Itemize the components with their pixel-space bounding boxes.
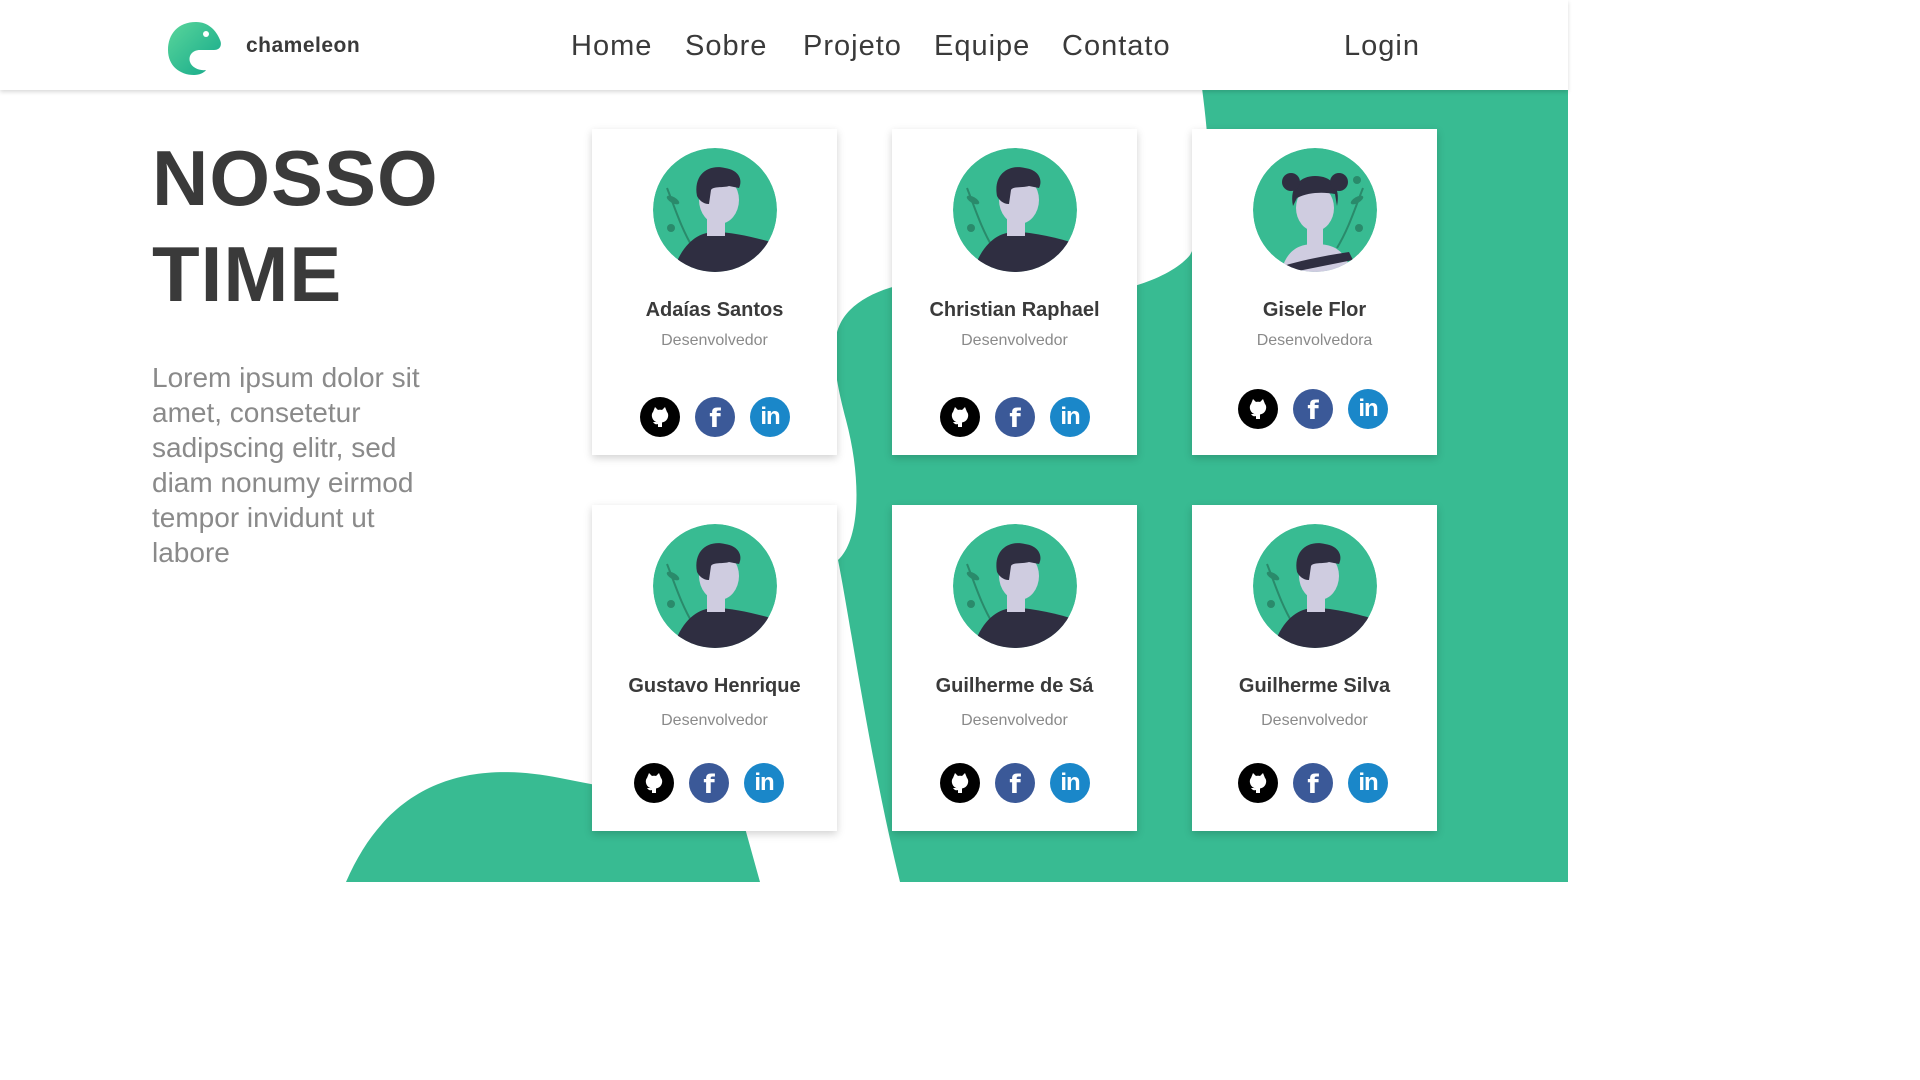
linkedin-icon[interactable]: in xyxy=(750,397,790,437)
facebook-icon[interactable]: f xyxy=(995,763,1035,803)
member-role: Desenvolvedor xyxy=(661,712,768,729)
member-role: Desenvolvedor xyxy=(961,332,1068,349)
github-icon[interactable] xyxy=(640,397,680,437)
github-icon[interactable] xyxy=(1238,763,1278,803)
facebook-icon[interactable]: f xyxy=(1293,389,1333,429)
team-card: Guilherme de Sá Desenvolvedor f in xyxy=(892,505,1137,831)
nav-contato[interactable]: Contato xyxy=(1062,30,1171,63)
github-icon[interactable] xyxy=(940,763,980,803)
linkedin-icon[interactable]: in xyxy=(1348,763,1388,803)
team-card: Christian Raphael Desenvolvedor f in xyxy=(892,129,1137,455)
social-links: f in xyxy=(892,763,1137,803)
title-line-1: NOSSO xyxy=(152,134,439,222)
team-card: Adaías Santos Desenvolvedor f in xyxy=(592,129,837,455)
page-title: NOSSO TIME xyxy=(152,130,532,322)
member-role: Desenvolvedor xyxy=(661,332,768,349)
avatar-male-icon xyxy=(653,524,777,648)
title-line-2: TIME xyxy=(152,230,343,318)
member-name: Christian Raphael xyxy=(929,299,1100,321)
member-name: Guilherme de Sá xyxy=(935,675,1094,697)
avatar-female-icon xyxy=(1253,148,1377,272)
nav-equipe[interactable]: Equipe xyxy=(934,30,1030,63)
avatar-male-icon xyxy=(953,148,1077,272)
linkedin-icon[interactable]: in xyxy=(744,763,784,803)
nav-projeto[interactable]: Projeto xyxy=(803,30,902,63)
team-card: Gisele Flor Desenvolvedora f in xyxy=(1192,129,1437,455)
linkedin-icon[interactable]: in xyxy=(1050,397,1090,437)
linkedin-icon[interactable]: in xyxy=(1050,763,1090,803)
hero-description: Lorem ipsum dolor sit amet, consetetur s… xyxy=(152,362,420,568)
member-role: Desenvolvedor xyxy=(1261,712,1368,729)
team-card: Gustavo Henrique Desenvolvedor f in xyxy=(592,505,837,831)
linkedin-icon[interactable]: in xyxy=(1348,389,1388,429)
member-name: Guilherme Silva xyxy=(1238,675,1391,697)
member-role: Desenvolvedor xyxy=(961,712,1068,729)
github-icon[interactable] xyxy=(634,763,674,803)
facebook-icon[interactable]: f xyxy=(689,763,729,803)
member-name: Gustavo Henrique xyxy=(628,675,801,697)
nav-sobre[interactable]: Sobre xyxy=(685,30,767,63)
github-icon[interactable] xyxy=(940,397,980,437)
member-role: Desenvolvedora xyxy=(1256,332,1373,349)
social-links: f in xyxy=(592,763,837,803)
social-links: f in xyxy=(592,397,837,437)
facebook-icon[interactable]: f xyxy=(995,397,1035,437)
avatar-male-icon xyxy=(653,148,777,272)
top-header: chameleon Home Sobre Projeto Equipe Cont… xyxy=(0,0,1568,90)
social-links: f in xyxy=(1192,389,1437,429)
brand-name[interactable]: chameleon xyxy=(246,34,360,58)
facebook-icon[interactable]: f xyxy=(695,397,735,437)
member-name: Adaías Santos xyxy=(645,299,784,321)
member-name: Gisele Flor xyxy=(1262,299,1367,321)
nav-home[interactable]: Home xyxy=(571,30,652,63)
social-links: f in xyxy=(892,397,1137,437)
facebook-icon[interactable]: f xyxy=(1293,763,1333,803)
social-links: f in xyxy=(1192,763,1437,803)
chameleon-logo-icon[interactable] xyxy=(166,20,224,76)
login-link[interactable]: Login xyxy=(1344,30,1420,63)
avatar-male-icon xyxy=(1253,524,1377,648)
github-icon[interactable] xyxy=(1238,389,1278,429)
avatar-male-icon xyxy=(953,524,1077,648)
team-card: Guilherme Silva Desenvolvedor f in xyxy=(1192,505,1437,831)
